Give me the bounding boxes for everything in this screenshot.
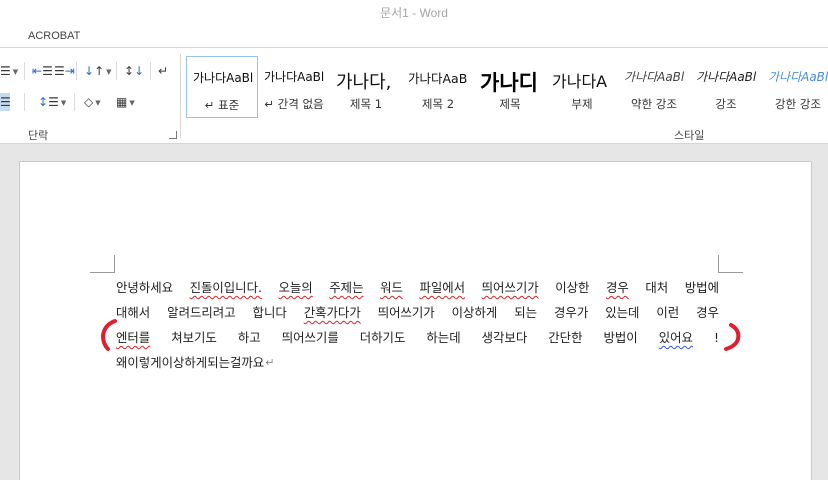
- word: 왜이렇게이상하게되는걸까요: [116, 355, 265, 370]
- word: 간단한: [548, 330, 583, 345]
- style-label: ↵ 간격 없음: [264, 97, 324, 111]
- decrease-indent-icon[interactable]: ⇤☰: [32, 62, 53, 80]
- word: 방법이: [603, 330, 638, 345]
- paragraph-group-label: 단락: [28, 130, 49, 142]
- style-sample: 가나다AaBl: [193, 71, 254, 85]
- word: 띄어쓰기를: [281, 330, 339, 345]
- sort-icon[interactable]: ↕↓: [124, 62, 144, 80]
- paragraph-group: ☰ ▼ ⇤☰ ☰⇥ ↓↑ ▼ ↕↓ ↵ ☰ ↕☰ ▼ ◇ ▼ ▦ ▼ 단락: [0, 48, 180, 144]
- shading-icon[interactable]: ◇ ▼: [84, 93, 101, 111]
- divider: [24, 62, 25, 80]
- margin-corner-left: [90, 255, 115, 273]
- text-direction-icon[interactable]: ↓↑ ▼: [84, 62, 112, 80]
- word: 경우: [696, 305, 719, 320]
- misspelled-word: 간혹가다가: [303, 305, 361, 320]
- misspelled-word: 띄어쓰기가: [481, 280, 539, 295]
- tab-acrobat[interactable]: ACROBAT: [28, 30, 80, 42]
- margin-corner-right: [718, 255, 743, 273]
- style-label: ↵ 표준: [204, 98, 240, 112]
- increase-indent-icon[interactable]: ☰⇥: [54, 62, 75, 80]
- word: 하고: [237, 330, 261, 345]
- style-item[interactable]: 가나다AaBl ↵ 표준: [186, 56, 258, 118]
- word: 생각보다: [481, 330, 528, 345]
- word: 합니다: [252, 305, 287, 320]
- misspelled-word: 엔터를: [116, 330, 151, 345]
- misspelled-word: 진돌이입니다.: [189, 280, 262, 295]
- word: 대처: [645, 280, 669, 295]
- style-label: 부제: [571, 97, 593, 111]
- word: 쳐보기도: [171, 330, 217, 345]
- ribbon: ☰ ▼ ⇤☰ ☰⇥ ↓↑ ▼ ↕↓ ↵ ☰ ↕☰ ▼ ◇ ▼ ▦ ▼ 단락 가나다AaBl…: [0, 48, 828, 144]
- style-sample: 가나다AaBl: [264, 70, 325, 84]
- word: 안녕하세요: [116, 280, 173, 295]
- line-spacing-icon[interactable]: ↕☰ ▼: [38, 93, 66, 111]
- document-line: 엔터를 쳐보기도 하고 띄어쓰기를 더하기도 하는데 생각보다 간단한 방법이 있어요!: [116, 325, 719, 350]
- borders-icon[interactable]: ▦ ▼: [116, 93, 135, 111]
- styles-group-label: 스타일: [674, 130, 705, 142]
- word: 하는데: [426, 330, 461, 345]
- style-label: 약한 강조: [631, 97, 677, 111]
- style-item[interactable]: 가나다AaB 제목 2: [402, 56, 474, 118]
- document-line: 안녕하세요 진돌이입니다. 오늘의 주제는 워드 파일에서 띄어쓰기가 이상한 경우 대처 방법에: [116, 275, 719, 300]
- style-item[interactable]: 가나다AaBl 강조: [690, 56, 762, 118]
- style-label: 강한 강조: [775, 97, 821, 111]
- styles-gallery: 가나다AaBl ↵ 표준 가나다AaBl ↵ 간격 없음 가나다, 제목 1 가나다AaB 제…: [186, 56, 828, 118]
- title-bar: 문서1 - Word: [0, 0, 828, 26]
- word: 더하기도: [359, 330, 406, 345]
- ribbon-tab-bar: ACROBAT: [0, 26, 828, 48]
- style-label: 제목 1: [349, 97, 383, 111]
- justify-icon[interactable]: ☰: [0, 93, 11, 111]
- group-divider: [180, 54, 181, 138]
- paragraph-mark-icon: ↵: [265, 356, 275, 369]
- style-sample: 가나다AaBl: [696, 70, 757, 84]
- style-item[interactable]: 가나다AaBl ↵ 간격 없음: [258, 56, 330, 118]
- document-body[interactable]: 안녕하세요 진돌이입니다. 오늘의 주제는 워드 파일에서 띄어쓰기가 이상한 경우 대처 방법에 대…: [116, 275, 719, 375]
- style-item[interactable]: 가나다, 제목 1: [330, 56, 402, 118]
- misspelled-word: 워드: [380, 280, 403, 295]
- style-item[interactable]: 가나다A 부제: [546, 56, 618, 118]
- word: 이상하게: [451, 305, 498, 320]
- style-sample: 가나디: [480, 70, 538, 95]
- misspelled-word: 경우: [606, 280, 629, 295]
- word: 이상한: [555, 280, 590, 295]
- style-item[interactable]: 가나다AaBl 약한 강조: [618, 56, 690, 118]
- show-formatting-icon[interactable]: ↵: [158, 62, 168, 80]
- divider: [150, 62, 151, 80]
- style-sample: 가나다AaBl: [768, 70, 828, 84]
- multilevel-list-icon[interactable]: ☰ ▼: [0, 62, 18, 80]
- word: 되는: [514, 305, 538, 320]
- word: !: [713, 330, 719, 345]
- document-line: 왜이렇게이상하게되는걸까요 ↵: [116, 350, 719, 375]
- word: 띄어쓰기가: [377, 305, 435, 320]
- document-line: 대해서 알려드리려고 합니다 간혹가다가 띄어쓰기가 이상하게 되는 경우가 있는데 이런 경우: [116, 300, 719, 325]
- word: 있는데: [605, 305, 640, 320]
- word: 알려드리려고: [167, 305, 236, 320]
- style-sample: 가나다,: [336, 72, 392, 94]
- document-page[interactable]: 안녕하세요 진돌이입니다. 오늘의 주제는 워드 파일에서 띄어쓰기가 이상한 경우 대처 방법에 대…: [19, 161, 812, 480]
- style-label: 제목: [499, 97, 521, 111]
- style-item[interactable]: 가나다AaBl 강한 강조: [762, 56, 828, 118]
- word: 방법에: [684, 280, 719, 295]
- divider: [74, 93, 75, 111]
- word: 경우가: [554, 305, 589, 320]
- misspelled-word: 주제는: [329, 280, 364, 295]
- word: 대해서: [116, 305, 151, 320]
- misspelled-word: 파일에서: [419, 280, 466, 295]
- style-label: 강조: [715, 97, 737, 111]
- window-title: 문서1 - Word: [380, 6, 448, 20]
- divider: [76, 62, 77, 80]
- style-label: 제목 2: [421, 97, 455, 111]
- style-sample: 가나다A: [552, 72, 608, 91]
- misspelled-word: 있어요: [658, 330, 693, 345]
- style-sample: 가나다AaB: [408, 71, 468, 86]
- divider: [24, 93, 25, 111]
- style-sample: 가나다AaBl: [624, 70, 685, 84]
- misspelled-word: 오늘의: [278, 280, 313, 295]
- divider: [116, 62, 117, 80]
- style-item[interactable]: 가나디제목: [474, 56, 546, 118]
- document-canvas: 안녕하세요 진돌이입니다. 오늘의 주제는 워드 파일에서 띄어쓰기가 이상한 경우 대처 방법에 대…: [0, 145, 828, 480]
- dialog-launcher-icon[interactable]: [169, 131, 177, 139]
- word: 이런: [656, 305, 680, 320]
